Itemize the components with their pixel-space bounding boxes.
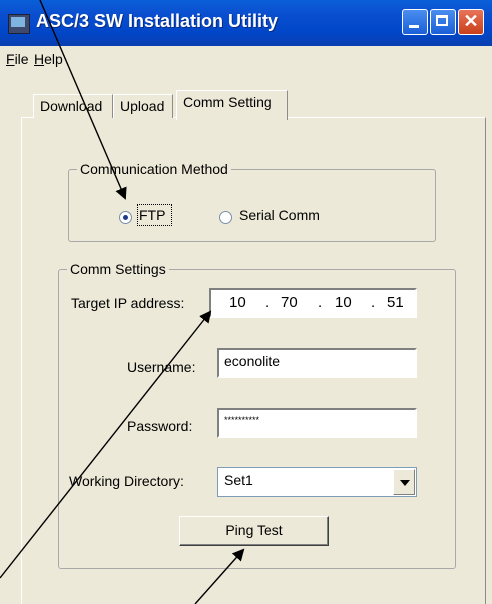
menu-help-mnemonic: H <box>34 51 45 67</box>
close-icon: ✕ <box>463 11 479 31</box>
chevron-down-icon[interactable] <box>393 469 415 495</box>
working-directory-label: Working Directory: <box>69 473 184 489</box>
title-bar[interactable]: ASC/3 SW Installation Utility ✕ <box>0 0 492 46</box>
ping-test-button[interactable]: Ping Test <box>179 516 329 546</box>
tab-download[interactable]: Download <box>33 94 113 118</box>
username-input[interactable]: econolite <box>217 348 417 378</box>
minimize-button[interactable] <box>402 9 428 35</box>
ip-address-input[interactable]: 10 . 70 . 10 . 51 <box>209 288 417 318</box>
ip-dot-3: . <box>371 294 376 311</box>
tab-comm-setting[interactable]: Comm Setting <box>176 90 288 120</box>
ftp-radio[interactable] <box>119 211 132 224</box>
comm-setting-panel: Communication Method FTP Serial Comm Com… <box>21 117 486 604</box>
ip-octet-1: 10 <box>229 294 246 311</box>
working-directory-value: Set1 <box>224 472 253 488</box>
password-label: Password: <box>127 418 193 434</box>
username-label: Username: <box>127 359 196 375</box>
ip-octet-4: 51 <box>387 294 404 311</box>
ftp-focus-indicator <box>137 204 172 226</box>
ip-octet-3: 10 <box>335 294 352 311</box>
working-directory-select[interactable]: Set1 <box>217 467 417 497</box>
menu-file-mnemonic: F <box>6 51 15 67</box>
ip-octet-2: 70 <box>281 294 298 311</box>
ip-address-label: Target IP address: <box>71 295 185 311</box>
close-button[interactable]: ✕ <box>458 9 484 35</box>
menu-bar: File Help <box>0 47 492 71</box>
menu-file-label: ile <box>14 51 29 67</box>
communication-method-group: Communication Method FTP Serial Comm <box>68 161 436 242</box>
communication-method-title: Communication Method <box>77 161 231 177</box>
tab-upload[interactable]: Upload <box>113 94 173 118</box>
password-input[interactable]: ********** <box>217 408 417 438</box>
comm-settings-group: Comm Settings Target IP address: 10 . 70… <box>58 261 456 569</box>
ip-dot-1: . <box>265 294 270 311</box>
window-title: ASC/3 SW Installation Utility <box>36 11 279 31</box>
app-window: ASC/3 SW Installation Utility ✕ File Hel… <box>0 0 492 604</box>
app-icon <box>8 14 30 34</box>
serial-comm-label[interactable]: Serial Comm <box>239 207 320 223</box>
menu-file[interactable]: File <box>6 51 29 67</box>
ip-dot-2: . <box>318 294 323 311</box>
maximize-button[interactable] <box>430 9 456 35</box>
menu-help[interactable]: Help <box>34 51 63 67</box>
serial-comm-radio[interactable] <box>219 211 232 224</box>
menu-help-label: elp <box>44 51 63 67</box>
comm-settings-title: Comm Settings <box>67 261 169 277</box>
